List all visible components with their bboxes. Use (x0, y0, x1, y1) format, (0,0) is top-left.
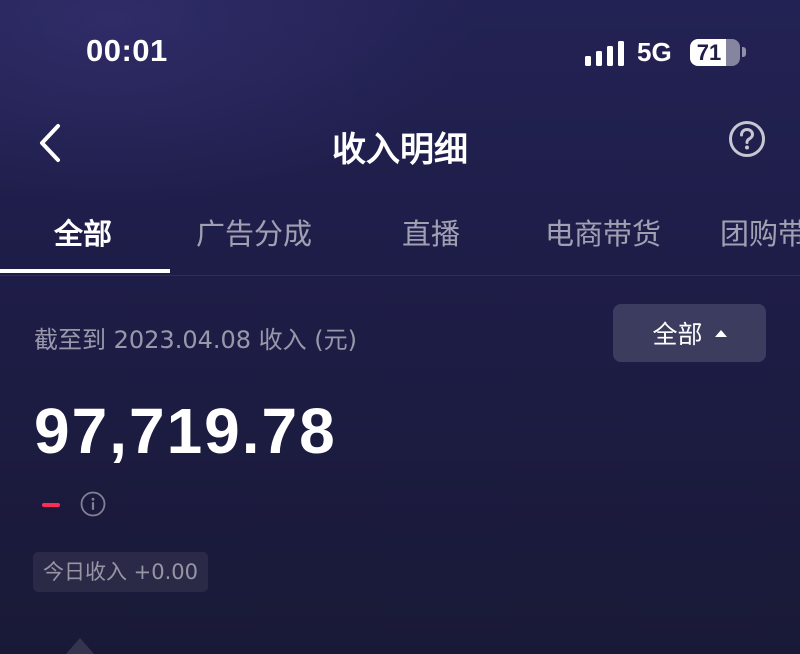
caret-up-icon (714, 329, 727, 337)
today-income-badge: 今日收入 +0.00 (33, 552, 209, 592)
battery-cap (742, 47, 746, 57)
tab-group-buy[interactable]: 团购带 (720, 211, 800, 253)
status-time: 00:01 (86, 33, 168, 68)
cellular-signal-icon (585, 41, 625, 66)
active-tab-indicator (0, 269, 170, 273)
battery-icon: 71 (690, 39, 740, 66)
filter-dropdown-button[interactable]: 全部 (613, 304, 766, 362)
info-button[interactable] (80, 491, 106, 517)
question-circle-icon (729, 121, 765, 157)
info-circle-icon (80, 491, 106, 517)
tab-all[interactable]: 全部 (54, 211, 112, 253)
change-indicator (42, 503, 60, 507)
filter-label: 全部 (652, 320, 703, 349)
battery-percent: 71 (696, 40, 722, 65)
network-type: 5G (637, 37, 672, 67)
tab-ecommerce[interactable]: 电商带货 (545, 211, 661, 253)
income-as-of-label: 截至到 2023.04.08 收入 (元) (34, 326, 358, 354)
tab-live[interactable]: 直播 (402, 211, 460, 253)
help-button[interactable] (728, 120, 766, 158)
category-tabs: 全部 广告分成 直播 电商带货 团购带 (0, 205, 800, 275)
tab-ad-revenue[interactable]: 广告分成 (196, 211, 312, 253)
tabs-divider (0, 275, 800, 276)
page-title: 收入明细 (332, 130, 468, 170)
tooltip-caret (66, 638, 94, 654)
total-income-amount: 97,719.78 (34, 395, 337, 467)
